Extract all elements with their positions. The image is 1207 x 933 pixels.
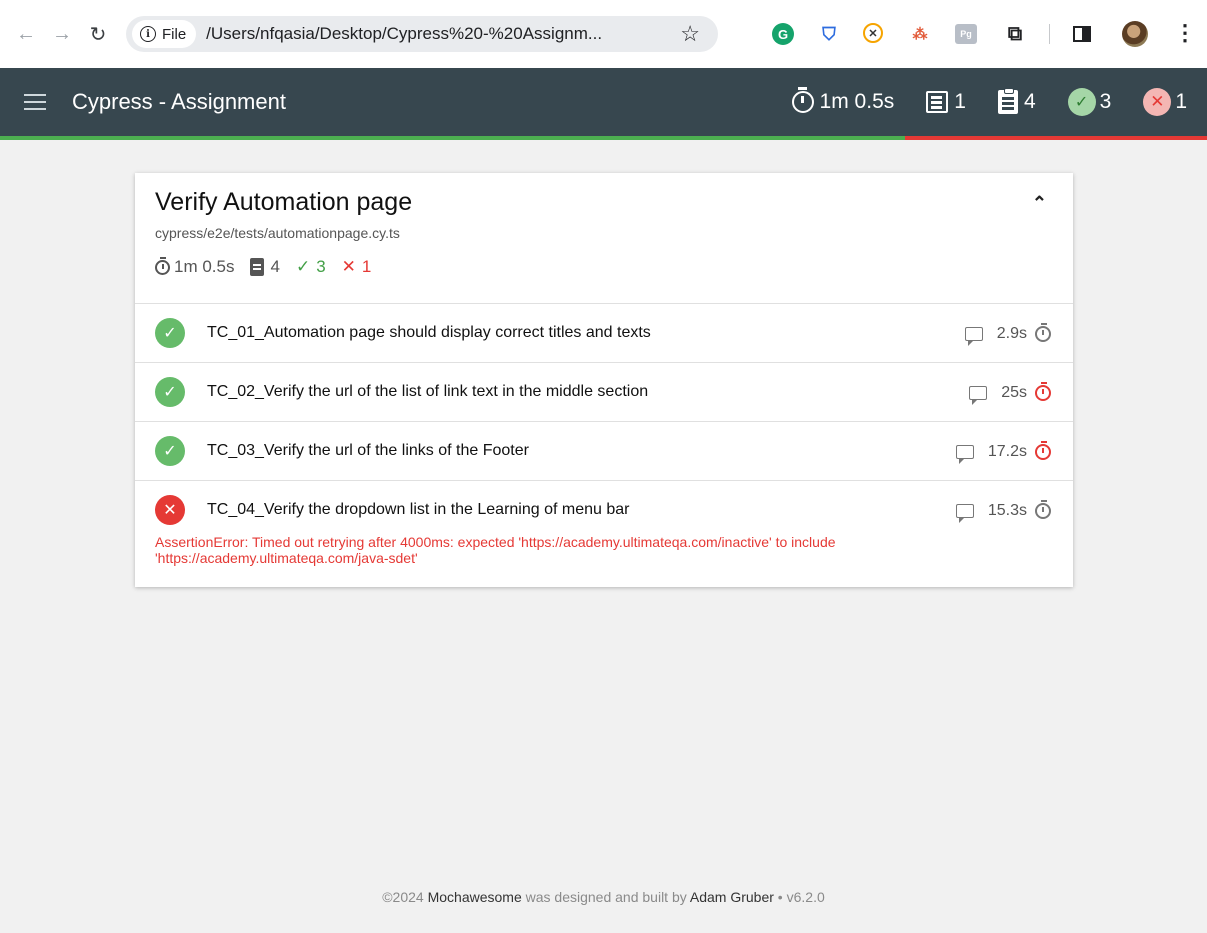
extensions-puzzle-icon[interactable]: ⧉ bbox=[1004, 23, 1026, 45]
site-info-chip[interactable]: i File bbox=[132, 20, 197, 48]
test-meta: 15.3s bbox=[955, 481, 1051, 540]
test-meta: 2.9s bbox=[964, 304, 1051, 363]
browser-toolbar: ← → ↻ i File /Users/nfqasia/Desktop/Cypr… bbox=[0, 0, 1207, 68]
check-circle-icon: ✓ bbox=[155, 377, 185, 407]
footer-author-link[interactable]: Adam Gruber bbox=[690, 889, 774, 905]
address-bar[interactable]: i File /Users/nfqasia/Desktop/Cypress%20… bbox=[126, 16, 718, 52]
collapse-chevron-up-icon[interactable]: ⌃ bbox=[1032, 193, 1047, 214]
timer-icon bbox=[155, 256, 170, 275]
suite-duration-value: 1m 0.5s bbox=[174, 257, 235, 276]
suite-test-count-value: 4 bbox=[270, 257, 280, 276]
stat-failures-value: 1 bbox=[1175, 90, 1187, 113]
stat-suites[interactable]: 1 bbox=[926, 90, 966, 114]
assertion-error-message: AssertionError: Timed out retrying after… bbox=[155, 534, 836, 566]
test-duration: 25s bbox=[1001, 383, 1027, 401]
failed-test-header: ✕ TC_04_Verify the dropdown list in the … bbox=[155, 495, 1073, 525]
clipboard-icon bbox=[997, 88, 1018, 114]
test-row[interactable]: ✓ TC_03_Verify the url of the links of t… bbox=[135, 422, 1073, 481]
suite-test-count: 4 bbox=[250, 257, 280, 277]
test-title: TC_01_Automation page should display cor… bbox=[207, 324, 651, 341]
suite-duration: 1m 0.5s bbox=[155, 256, 235, 277]
test-duration: 17.2s bbox=[987, 442, 1027, 460]
footer-credit-text: was designed and built by bbox=[521, 889, 690, 905]
toolbar-divider bbox=[1049, 24, 1050, 44]
stat-failures[interactable]: ✕ 1 bbox=[1143, 88, 1187, 116]
test-meta: 25s bbox=[969, 363, 1051, 422]
comment-icon[interactable] bbox=[955, 503, 974, 523]
sitemap-extension-icon[interactable]: ⁂ bbox=[909, 23, 931, 45]
progress-fail-segment bbox=[905, 136, 1207, 140]
suite-stats: 1m 0.5s 4 ✓ 3 ✕ 1 bbox=[155, 256, 1053, 277]
shield-extension-icon[interactable]: ⛉ bbox=[818, 23, 840, 45]
suite-header: Verify Automation page cypress/e2e/tests… bbox=[135, 173, 1073, 304]
suites-icon bbox=[926, 91, 949, 113]
file-chip-label: File bbox=[162, 25, 187, 43]
forward-arrow-icon[interactable]: → bbox=[44, 16, 80, 52]
stat-duration: 1m 0.5s bbox=[791, 87, 895, 114]
summary-stats: 1m 0.5s 1 4 ✓ 3 ✕ 1 bbox=[760, 68, 1187, 136]
report-navbar: Cypress - Assignment 1m 0.5s 1 4 ✓ 3 ✕ 1 bbox=[0, 68, 1207, 136]
test-duration: 2.9s bbox=[996, 324, 1027, 342]
suite-pass-count-value: 3 bbox=[316, 257, 326, 276]
progress-pass-segment bbox=[0, 136, 906, 140]
test-row[interactable]: ✓ TC_01_Automation page should display c… bbox=[135, 304, 1073, 363]
info-icon: i bbox=[140, 26, 156, 42]
suite-title: Verify Automation page bbox=[155, 188, 413, 216]
more-menu-icon[interactable]: ⋮ bbox=[1174, 20, 1196, 46]
stat-tests-value: 4 bbox=[1023, 90, 1036, 113]
stat-duration-value: 1m 0.5s bbox=[819, 90, 895, 113]
profile-avatar[interactable] bbox=[1122, 21, 1148, 47]
comment-icon[interactable] bbox=[964, 326, 983, 346]
check-icon: ✓ bbox=[295, 257, 311, 276]
test-row-failed[interactable]: ✕ TC_04_Verify the dropdown list in the … bbox=[135, 481, 1073, 588]
reload-icon[interactable]: ↻ bbox=[80, 16, 116, 52]
hamburger-menu-icon[interactable] bbox=[24, 94, 46, 110]
cross-circle-icon: ✕ bbox=[1143, 88, 1172, 116]
check-circle-icon: ✓ bbox=[155, 318, 185, 348]
grammarly-extension-icon[interactable]: G bbox=[772, 23, 794, 45]
suite-fail-count: ✕ 1 bbox=[342, 257, 372, 277]
suite-file-path: cypress/e2e/tests/automationpage.cy.ts bbox=[155, 225, 400, 241]
test-meta: 17.2s bbox=[955, 422, 1051, 481]
test-title: TC_02_Verify the url of the list of link… bbox=[207, 383, 649, 400]
slow-timer-icon bbox=[1035, 440, 1051, 460]
suite-fail-count-value: 1 bbox=[361, 257, 372, 276]
comment-icon[interactable] bbox=[955, 444, 974, 464]
cross-icon: ✕ bbox=[341, 257, 356, 276]
report-title: Cypress - Assignment bbox=[72, 89, 286, 114]
footer-copyright: ©2024 bbox=[382, 889, 428, 905]
check-circle-icon: ✓ bbox=[155, 436, 185, 466]
test-row[interactable]: ✓ TC_02_Verify the url of the list of li… bbox=[135, 363, 1073, 422]
stat-passes-value: 3 bbox=[1099, 90, 1112, 113]
url-text[interactable]: /Users/nfqasia/Desktop/Cypress%20-%20Ass… bbox=[206, 24, 602, 44]
stat-passes[interactable]: ✓ 3 bbox=[1067, 88, 1112, 116]
check-circle-icon: ✓ bbox=[1067, 88, 1096, 116]
suite-pass-count: ✓ 3 bbox=[296, 257, 326, 277]
timer-icon bbox=[1035, 322, 1051, 342]
test-title: TC_04_Verify the dropdown list in the Le… bbox=[207, 501, 630, 518]
comment-icon[interactable] bbox=[969, 385, 988, 405]
slow-timer-icon bbox=[1035, 381, 1051, 401]
bookmark-star-icon[interactable]: ☆ bbox=[680, 21, 700, 47]
footer-version: • v6.2.0 bbox=[773, 889, 825, 905]
pg-extension-icon[interactable]: Pg bbox=[955, 24, 977, 44]
pass-fail-progress-bar bbox=[0, 136, 1207, 140]
stat-tests[interactable]: 4 bbox=[997, 88, 1036, 114]
test-title: TC_03_Verify the url of the links of the… bbox=[207, 442, 529, 459]
timer-icon bbox=[1035, 499, 1051, 519]
side-panel-icon[interactable] bbox=[1073, 26, 1091, 42]
gauge-extension-icon[interactable]: ✕ bbox=[863, 23, 883, 43]
clipboard-icon bbox=[250, 258, 265, 276]
report-footer: ©2024 Mochawesome was designed and built… bbox=[0, 889, 1207, 905]
timer-icon bbox=[791, 87, 814, 113]
footer-brand-link[interactable]: Mochawesome bbox=[428, 889, 522, 905]
suite-card: Verify Automation page cypress/e2e/tests… bbox=[135, 173, 1073, 587]
test-duration: 15.3s bbox=[987, 501, 1027, 519]
back-arrow-icon[interactable]: ← bbox=[8, 16, 44, 52]
cross-circle-icon: ✕ bbox=[155, 495, 185, 525]
stat-suites-value: 1 bbox=[954, 90, 966, 113]
